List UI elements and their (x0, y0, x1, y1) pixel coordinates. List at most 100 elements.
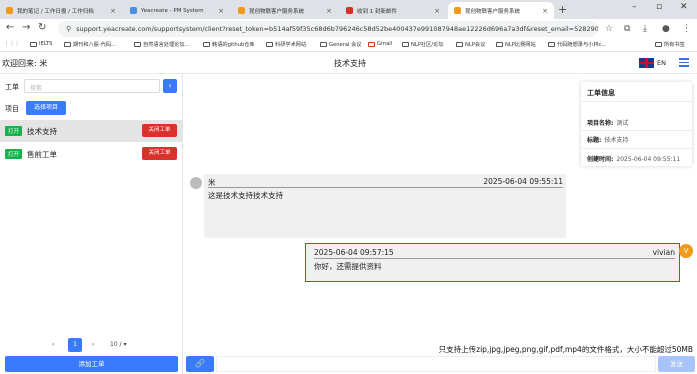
ticket-item[interactable]: 打开 售前工单 关闭工单 (0, 143, 182, 165)
folder-icon (134, 42, 141, 47)
minimize-icon[interactable]: – (632, 2, 637, 12)
hamburger-menu-icon[interactable] (679, 58, 689, 67)
divider (314, 258, 675, 259)
add-ticket-button[interactable]: 添加工单 (5, 356, 178, 372)
star-icon[interactable]: ☆ (605, 24, 613, 34)
folder-icon (548, 42, 555, 47)
message-text: 这是技术支持技术支持 (208, 191, 283, 200)
close-ticket-button[interactable]: 关闭工单 (142, 147, 177, 160)
project-label: 项目 (5, 105, 19, 113)
folder-icon (64, 42, 71, 47)
attach-file-button[interactable]: 🔗 (186, 356, 214, 372)
message-text: 你好，还需提供资料 (314, 262, 382, 271)
tab-close-icon[interactable]: × (542, 7, 548, 15)
bookmark-item[interactable]: 科研学术网站 (266, 41, 306, 48)
info-topic-row: 标题: 技术支持 (587, 137, 629, 144)
app-header: 欢迎回来: 米 技术支持 EN (0, 53, 697, 74)
message-input[interactable] (216, 356, 656, 372)
tab-favicon-icon (130, 7, 137, 14)
bookmark-item[interactable]: Gmail (368, 41, 392, 47)
apps-icon[interactable]: ⋮⋮⋮ (4, 41, 20, 47)
tab-close-icon[interactable]: × (110, 7, 116, 15)
back-icon[interactable]: ← (6, 22, 14, 33)
tab-favicon-icon (6, 7, 13, 14)
pagination: ‹ 1 › 10 / ▾ (50, 338, 170, 352)
folder-icon (368, 41, 375, 47)
reload-icon[interactable]: ↻ (38, 22, 46, 33)
folder-icon (402, 42, 409, 47)
download-icon[interactable]: ⤓ (643, 24, 647, 34)
message-bubble-highlighted: 2025-06-04 09:57:15 vivian 你好，还需提供资料 (305, 243, 680, 282)
language-switch[interactable]: EN (657, 59, 666, 67)
new-tab-button[interactable]: + (558, 3, 567, 16)
folder-icon (30, 41, 37, 47)
divider (208, 187, 563, 188)
browser-tab[interactable]: 收到 1 封新邮件 × (340, 2, 446, 19)
tab-favicon-icon (454, 7, 461, 14)
ticket-name: 售前工单 (27, 150, 57, 159)
bookmark-item[interactable]: NLP比赛网站 (496, 41, 536, 48)
close-ticket-button[interactable]: 关闭工单 (142, 124, 177, 137)
status-badge: 打开 (5, 149, 23, 159)
forward-icon[interactable]: → (22, 22, 30, 33)
bookmark-item[interactable]: 自然语言处理论坛... (134, 41, 189, 48)
bookmark-item[interactable]: NLP社区/论坛 (402, 41, 443, 48)
extensions-icon[interactable]: ⧉ (624, 24, 630, 34)
tab-close-icon[interactable]: × (326, 7, 332, 15)
screen: 我的笔记 / 工作日报 / 工作归档 × Yeacreate - PM Syst… (0, 0, 697, 374)
bookmarks-bar: ⋮⋮⋮ IELTS 期刊和八股-代码... 自然语言处理论坛... 韩语的git… (0, 39, 697, 52)
browser-tab[interactable]: 昆创物联客户服务系统 × (232, 2, 338, 19)
send-button[interactable]: 发送 (658, 356, 695, 372)
agent-avatar: V (679, 244, 693, 258)
message-time: 2025-06-04 09:57:15 (314, 248, 394, 257)
address-bar[interactable]: ⚲ support.yeacreate.com/supportsystem/cl… (58, 21, 598, 37)
ticket-label: 工单 (5, 83, 19, 91)
tab-title: 昆创物联客户服务系统 (249, 8, 305, 15)
message-author: vivian (652, 248, 675, 257)
tab-title: 我的笔记 / 工作日报 / 工作归档 (17, 8, 94, 15)
folder-icon (655, 42, 662, 47)
ticket-info-card: 工单信息 项目名称: 测试 标题: 技术支持 创建时间: 2025-06-04 09:… (581, 82, 692, 166)
chat-panel: 工单信息 项目名称: 测试 标题: 技术支持 创建时间: 2025-06-04 09:… (184, 74, 697, 374)
page-number[interactable]: 1 (68, 338, 82, 352)
user-avatar (190, 177, 202, 189)
next-page-icon[interactable]: › (92, 338, 94, 352)
profile-icon[interactable]: ● (662, 24, 670, 34)
site-info-icon[interactable]: ⚲ (66, 25, 71, 33)
tab-close-icon[interactable]: × (218, 7, 224, 15)
tab-close-icon[interactable]: × (434, 7, 440, 15)
browser-tab[interactable]: Yeacreate - PM System × (124, 2, 230, 19)
browser-tab[interactable]: 我的笔记 / 工作日报 / 工作归档 × (0, 2, 122, 19)
divider (581, 101, 692, 102)
bookmark-item[interactable]: IELTS (30, 41, 52, 47)
tab-favicon-icon (346, 7, 353, 14)
folder-icon (456, 42, 463, 47)
bookmark-item[interactable]: General 会议 (320, 41, 361, 48)
browser-menu-icon[interactable]: ⋮ (682, 24, 691, 34)
folder-icon (496, 42, 503, 47)
ticket-search-input[interactable]: 搜索 (24, 79, 160, 93)
window-close-icon[interactable]: ✕ (680, 2, 688, 12)
bookmark-item[interactable]: 韩语的github仓库 (203, 41, 255, 48)
bookmark-item[interactable]: NLP会议 (456, 41, 485, 48)
bookmark-item[interactable]: 期刊和八股-代码... (64, 41, 116, 48)
tab-favicon-icon (238, 7, 245, 14)
ticket-item[interactable]: 打开 技术支持 关闭工单 (0, 120, 182, 142)
url-text: support.yeacreate.com/supportsystem/clie… (76, 25, 598, 33)
prev-page-icon[interactable]: ‹ (52, 338, 54, 352)
uk-flag-icon[interactable] (639, 58, 654, 68)
browser-tab-active[interactable]: 昆创物联客户服务系统 × (448, 2, 554, 19)
page-title: 技术支持 (334, 59, 366, 68)
collapse-button[interactable]: ‹ (163, 79, 177, 93)
all-bookmarks[interactable]: 所有书签 (655, 41, 685, 48)
tab-title: Yeacreate - PM System (141, 7, 204, 14)
maximize-icon[interactable]: ▫ (656, 2, 662, 12)
folder-icon (266, 42, 273, 47)
page-size-select[interactable]: 10 / ▾ (110, 338, 126, 352)
browser-tab-strip: 我的笔记 / 工作日报 / 工作归档 × Yeacreate - PM Syst… (0, 0, 697, 19)
browser-toolbar: ← → ↻ ⚲ support.yeacreate.com/supportsys… (0, 19, 697, 39)
select-project-button[interactable]: 选择项目 (26, 101, 66, 115)
bookmark-item[interactable]: 代码随想录与小林c... (548, 41, 606, 48)
welcome-text: 欢迎回来: 米 (2, 59, 48, 68)
tab-title: 收到 1 封新邮件 (357, 8, 397, 15)
